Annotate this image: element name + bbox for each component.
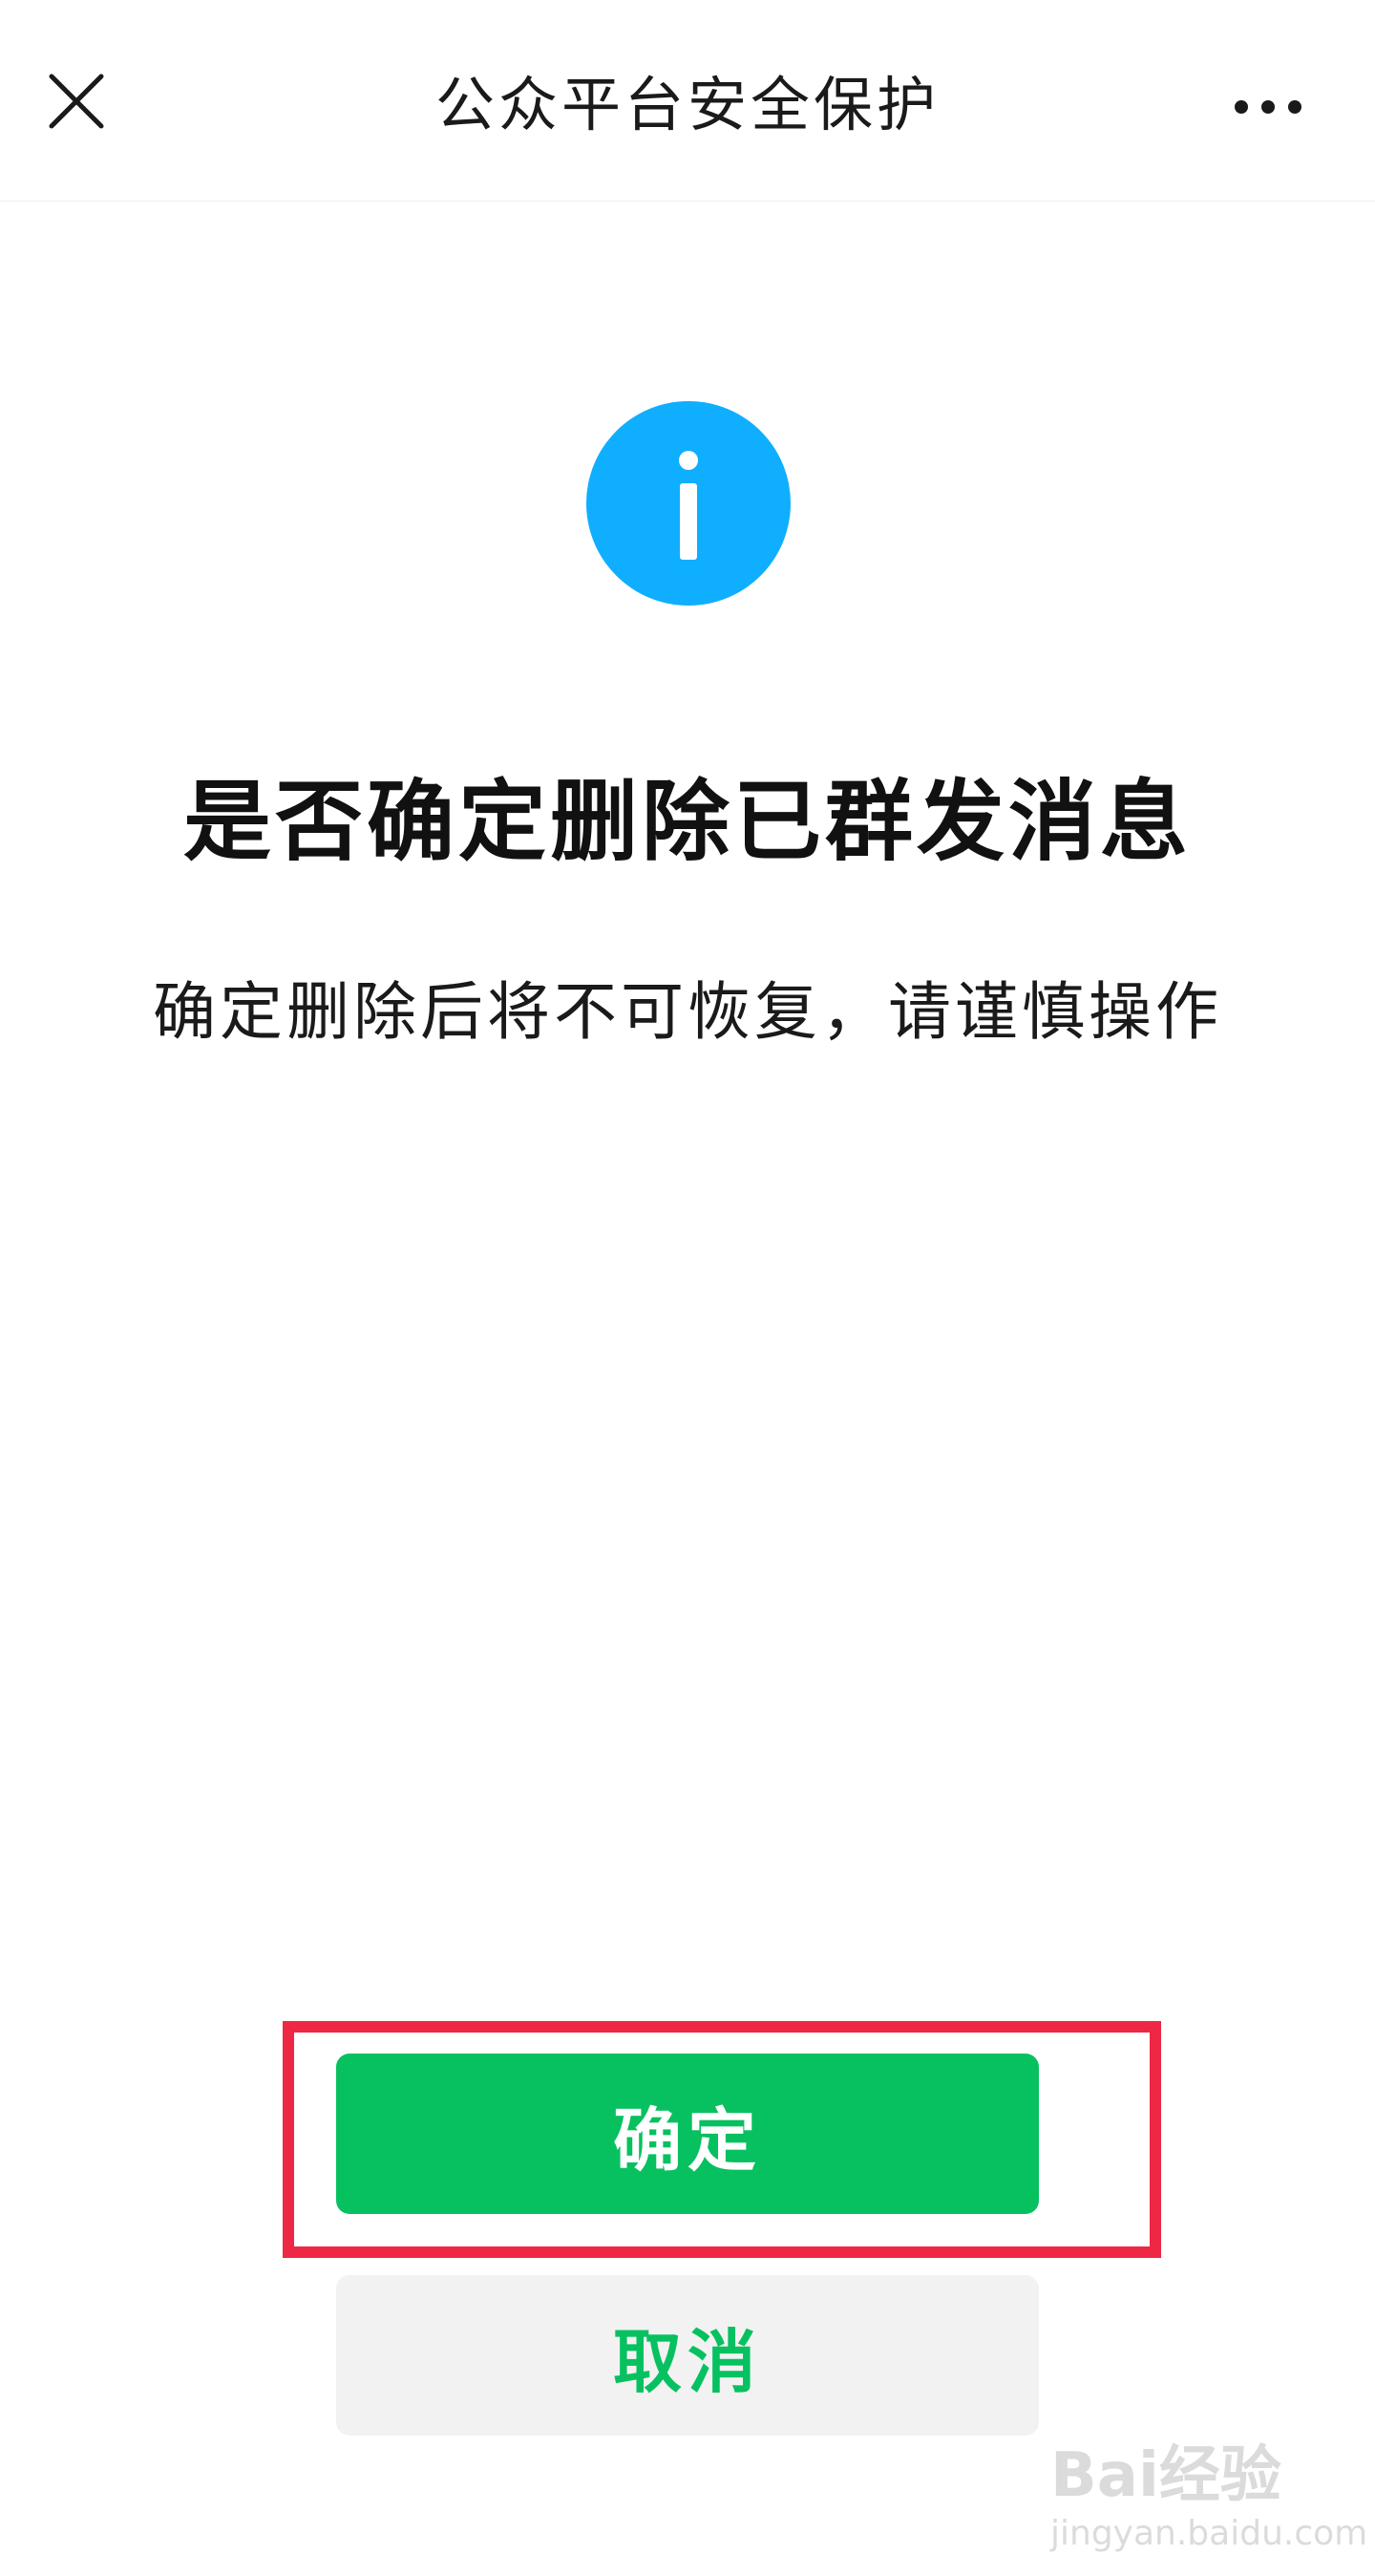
more-button[interactable] [1220, 69, 1316, 145]
close-icon [49, 74, 104, 129]
confirm-button[interactable]: 确定 [336, 2054, 1039, 2214]
dialog-subtitle: 确定删除后将不可恢复，请谨慎操作 [153, 975, 1222, 1049]
watermark-url: jingyan.baidu.com [1050, 2514, 1368, 2553]
page-title: 公众平台安全保护 [434, 70, 940, 139]
watermark: Bai经验 jingyan.baidu.com [1050, 2426, 1368, 2560]
top-navigation-bar: 公众平台安全保护 [0, 0, 1375, 202]
cancel-button[interactable]: 取消 [336, 2275, 1039, 2436]
info-icon [586, 401, 791, 606]
close-button[interactable] [34, 59, 118, 143]
more-dots-icon [1235, 100, 1301, 114]
watermark-logo: Bai经验 [1050, 2440, 1281, 2511]
dialog-title: 是否确定删除已群发消息 [182, 770, 1192, 873]
